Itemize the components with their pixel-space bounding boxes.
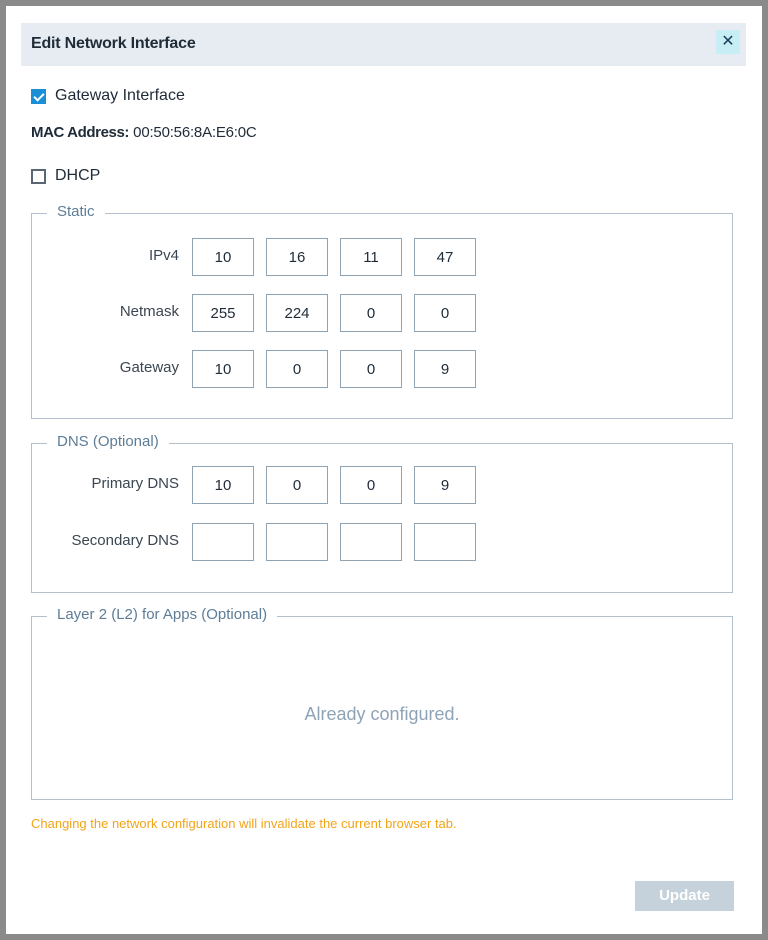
gateway-label: Gateway [119,359,179,376]
primary-dns-octet-3[interactable] [340,466,402,504]
gateway-interface-checkbox[interactable] [31,88,46,104]
gateway-interface-label: Gateway Interface [55,87,185,104]
secondary-dns-octet-2[interactable] [266,523,328,561]
dhcp-checkbox[interactable] [31,168,46,184]
update-button[interactable]: Update [635,881,734,911]
secondary-dns-octet-4[interactable] [414,523,476,561]
primary-dns-octet-1[interactable] [192,466,254,504]
layer2-fieldset: Layer 2 (L2) for Apps (Optional) Already… [31,606,733,800]
primary-dns-label: Primary DNS [91,475,179,492]
mac-address-row: MAC Address: 00:50:56:8A:E6:0C [31,124,257,141]
static-legend: Static [47,203,105,220]
primary-dns-octet-2[interactable] [266,466,328,504]
ipv4-label: IPv4 [148,247,179,264]
netmask-octet-3[interactable] [340,294,402,332]
dhcp-row[interactable]: DHCP [31,167,100,185]
gateway-octet-3[interactable] [340,350,402,388]
netmask-octet-4[interactable] [414,294,476,332]
warning-message: Changing the network configuration will … [31,816,457,831]
netmask-row: Netmask [32,294,732,332]
dialog-title: Edit Network Interface [31,35,196,52]
primary-dns-octet-4[interactable] [414,466,476,504]
gateway-row: Gateway [32,350,732,388]
close-icon: ✕ [721,33,735,50]
static-fieldset: Static IPv4 Netmask Gateway [31,203,733,419]
ipv4-octet-4[interactable] [414,238,476,276]
secondary-dns-octet-1[interactable] [192,523,254,561]
dhcp-label: DHCP [55,167,101,184]
gateway-octet-1[interactable] [192,350,254,388]
netmask-octet-1[interactable] [192,294,254,332]
ipv4-octet-2[interactable] [266,238,328,276]
netmask-label: Netmask [119,303,179,320]
close-button[interactable]: ✕ [716,30,740,54]
ipv4-row: IPv4 [32,238,732,276]
ipv4-octet-1[interactable] [192,238,254,276]
gateway-octet-4[interactable] [414,350,476,388]
edit-network-interface-dialog: Edit Network Interface ✕ Gateway Interfa… [6,6,762,934]
gateway-interface-row[interactable]: Gateway Interface [31,87,185,105]
secondary-dns-octet-3[interactable] [340,523,402,561]
primary-dns-row: Primary DNS [32,466,732,504]
mac-address-value: 00:50:56:8A:E6:0C [133,124,257,141]
secondary-dns-row: Secondary DNS [32,523,732,561]
dialog-header: Edit Network Interface ✕ [21,23,746,66]
netmask-octet-2[interactable] [266,294,328,332]
already-configured-message: Already configured. [304,704,460,724]
secondary-dns-label: Secondary DNS [71,532,179,549]
dns-legend: DNS (Optional) [47,433,169,450]
layer2-legend: Layer 2 (L2) for Apps (Optional) [47,606,278,623]
dns-fieldset: DNS (Optional) Primary DNS Secondary DNS [31,433,733,593]
mac-address-label: MAC Address: [31,124,129,141]
gateway-octet-2[interactable] [266,350,328,388]
ipv4-octet-3[interactable] [340,238,402,276]
